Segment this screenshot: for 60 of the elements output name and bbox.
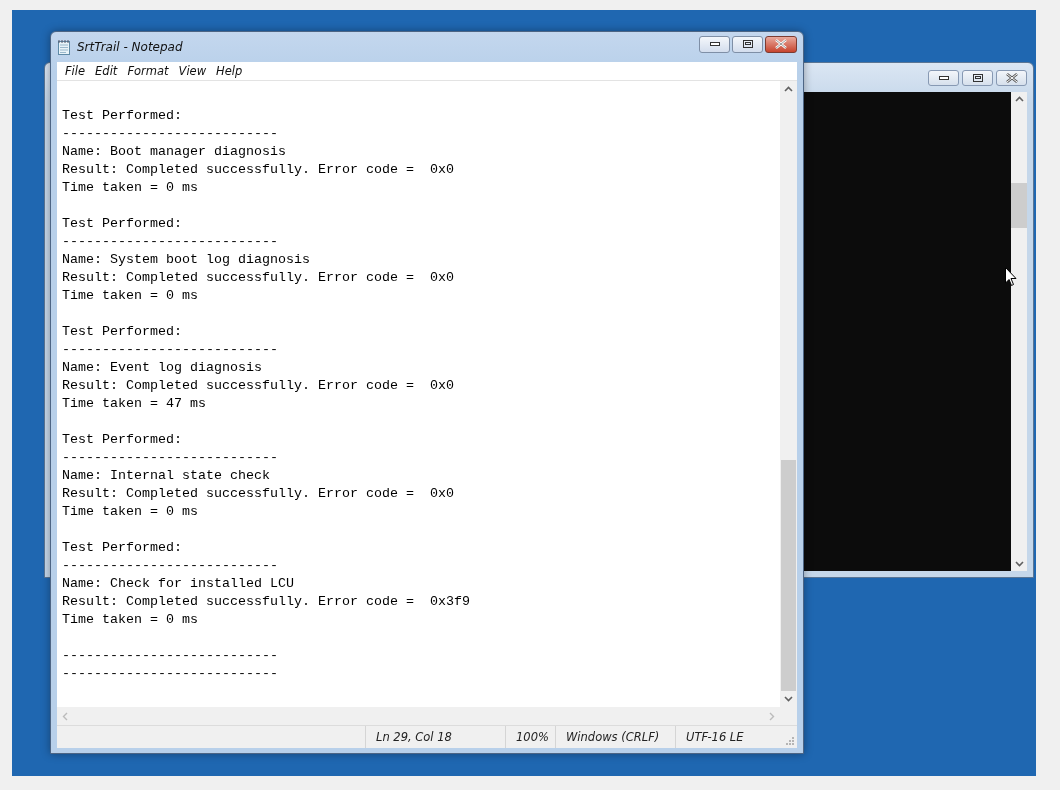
maximize-icon [972, 73, 983, 82]
text-line: --------------------------- [62, 557, 278, 575]
text-line: --------------------------- [62, 665, 278, 683]
text-line: Name: Boot manager diagnosis [62, 143, 286, 161]
vertical-scrollbar[interactable] [1011, 92, 1027, 571]
text-line: Name: Check for installed LCU [62, 575, 294, 593]
text-line: Test Performed: [62, 215, 182, 233]
scroll-up-icon[interactable] [784, 86, 793, 92]
text-line: Time taken = 47 ms [62, 395, 206, 413]
close-icon [775, 39, 787, 49]
close-button[interactable] [996, 69, 1027, 86]
minimize-icon [938, 75, 949, 80]
maximize-button[interactable] [732, 35, 763, 53]
notepad-icon [57, 39, 71, 55]
text-line: Time taken = 0 ms [62, 503, 198, 521]
text-line: Result: Completed successfully. Error code = 0x0 [62, 161, 454, 179]
menu-item[interactable]: View [173, 64, 212, 78]
text-line: --------------------------- [62, 233, 278, 251]
maximize-button[interactable] [962, 69, 993, 86]
text-line: --------------------------- [62, 449, 278, 467]
status-text: Ln 29, Col 18 [365, 726, 505, 748]
text-line: Result: Completed successfully. Error code = 0x3f9 [62, 593, 470, 611]
status-text: Windows (CRLF) [555, 726, 675, 748]
scroll-down-icon[interactable] [1014, 561, 1024, 567]
close-button[interactable] [765, 35, 797, 53]
scroll-down-icon[interactable] [784, 696, 793, 702]
minimize-button[interactable] [699, 35, 730, 53]
text-line: Name: System boot log diagnosis [62, 251, 310, 269]
text-line: Result: Completed successfully. Error code = 0x0 [62, 269, 454, 287]
menu-item[interactable]: Format [122, 64, 174, 78]
text-line: --------------------------- [62, 647, 278, 665]
minimize-icon [709, 42, 720, 46]
status-text: UTF-16 LE [675, 726, 780, 748]
mouse-pointer-icon [1005, 267, 1017, 287]
text-line: Test Performed: [62, 107, 182, 125]
text-line: Test Performed: [62, 431, 182, 449]
text-line: Result: Completed successfully. Error code = 0x0 [62, 377, 454, 395]
menu-item[interactable]: File [60, 64, 91, 78]
window-title: SrtTrail - Notepad [77, 40, 184, 54]
text-line: Name: Internal state check [62, 467, 270, 485]
scroll-thumb[interactable] [781, 460, 796, 691]
scroll-thumb[interactable] [1011, 183, 1027, 228]
vertical-scrollbar[interactable] [780, 81, 797, 707]
close-icon [1005, 72, 1018, 83]
text-line: Time taken = 0 ms [62, 287, 198, 305]
text-line: Test Performed: [62, 323, 182, 341]
text-line: Result: Completed successfully. Error code = 0x0 [62, 485, 454, 503]
text-line: Name: Event log diagnosis [62, 359, 262, 377]
scroll-up-icon[interactable] [1014, 96, 1024, 102]
maximize-icon [742, 40, 753, 48]
text-line: Time taken = 0 ms [62, 179, 198, 197]
text-line: Time taken = 0 ms [62, 611, 198, 629]
text-line: Test Performed: [62, 539, 182, 557]
text-line: --------------------------- [62, 341, 278, 359]
menu-item[interactable]: Help [211, 64, 248, 78]
minimize-button[interactable] [928, 69, 959, 86]
menu-item[interactable]: Edit [90, 64, 123, 78]
text-line: --------------------------- [62, 125, 278, 143]
resize-grip-icon[interactable] [786, 737, 795, 746]
status-text: 100% [505, 726, 555, 748]
